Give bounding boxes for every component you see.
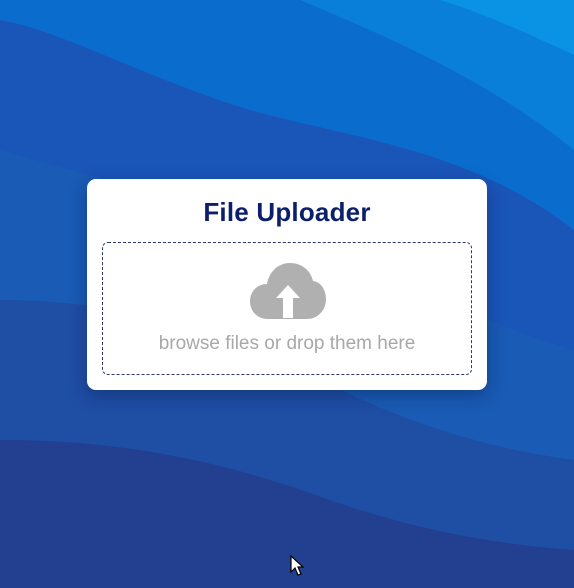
mouse-cursor-icon [290, 555, 305, 576]
file-drop-zone[interactable]: browse files or drop them here [102, 242, 472, 375]
file-uploader-card: File Uploader browse files or drop them … [87, 179, 487, 390]
cloud-upload-icon [250, 263, 326, 319]
uploader-title: File Uploader [203, 197, 371, 227]
browse-files-hint[interactable]: browse files or drop them here [103, 333, 471, 355]
